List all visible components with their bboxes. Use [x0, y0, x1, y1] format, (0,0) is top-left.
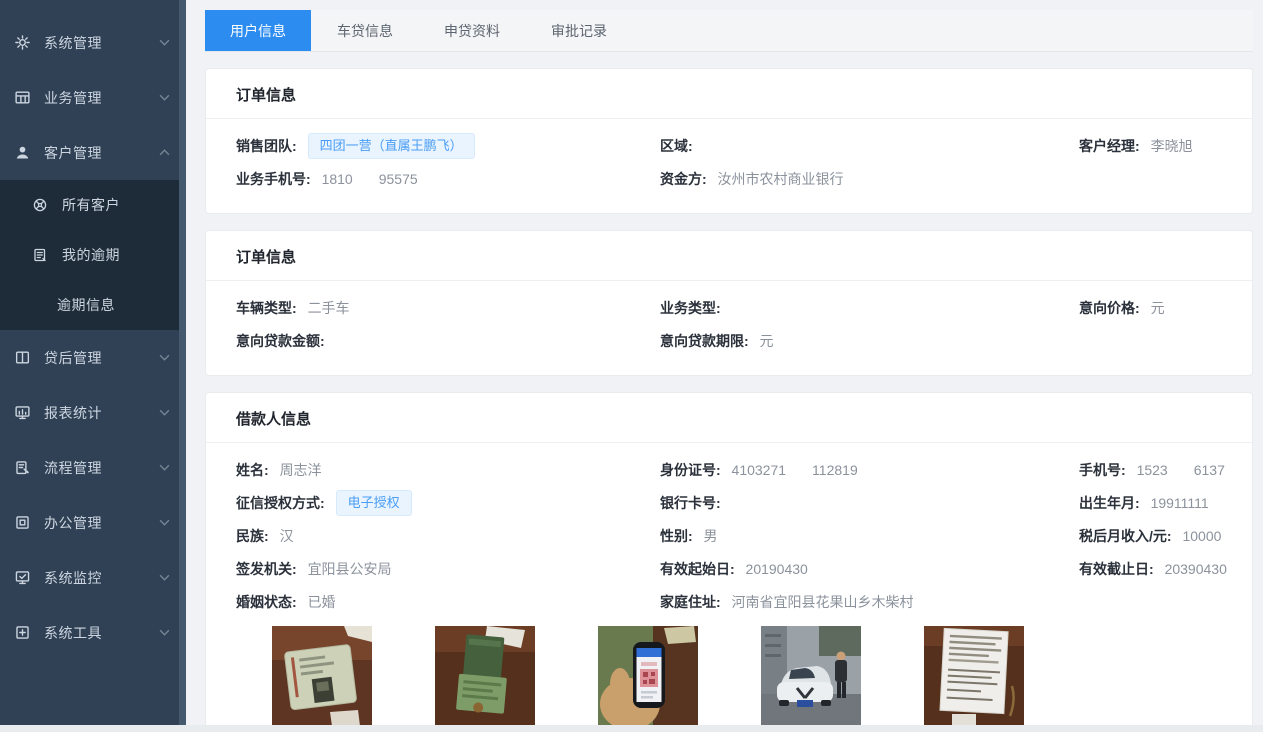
chevron-down-icon [159, 94, 170, 101]
gear-icon [14, 34, 31, 51]
horizontal-scrollbar[interactable] [0, 725, 1263, 732]
sidebar-item-overdue-info[interactable]: 逾期信息 [0, 280, 186, 330]
sidebar-item-label: 贷后管理 [44, 348, 159, 368]
sidebar-item-label: 逾期信息 [57, 295, 170, 315]
sidebar-item-label: 系统监控 [44, 568, 159, 588]
field-account-manager: 客户经理 李晓旭 [1079, 130, 1222, 163]
sidebar-item-label: 办公管理 [44, 513, 159, 533]
sidebar-scrollbar[interactable] [179, 0, 186, 732]
document-photos: 身份证 [236, 619, 1222, 732]
field-credit-auth-method: 征信授权方式 电子授权 [236, 487, 660, 520]
phone-qr-photo-thumbnail[interactable]: 授权截图 [598, 626, 698, 732]
field-valid-until: 有效截止日 20390430 [1079, 553, 1222, 586]
sidebar-item-label: 系统工具 [44, 623, 159, 643]
chevron-down-icon [159, 354, 170, 361]
sidebar-item-report-stats[interactable]: 报表统计 [0, 385, 186, 440]
borrower-info-card: 借款人信息 姓名 周志洋 身份证号 4103271112819 手机号 1523… [205, 392, 1253, 732]
id-card-photo-thumbnail[interactable]: 身份证 [272, 626, 372, 732]
chevron-down-icon [159, 464, 170, 471]
sidebar-item-system-mgmt[interactable]: 系统管理 [0, 15, 186, 70]
sidebar-item-workflow-mgmt[interactable]: 流程管理 [0, 440, 186, 495]
field-intent-loan-term: 意向贷款期限 元 [660, 325, 1079, 358]
card-title: 借款人信息 [206, 393, 1252, 443]
green-booklet-photo-thumbnail[interactable]: 驾驶证照片 [435, 626, 535, 732]
sidebar-item-label: 所有客户 [62, 195, 170, 215]
tools-icon [14, 624, 31, 641]
field-bank-card: 银行卡号 [660, 487, 1079, 520]
report-icon [14, 404, 31, 421]
office-icon [14, 514, 31, 531]
sidebar-item-system-tools[interactable]: 系统工具 [0, 605, 186, 660]
field-net-monthly-income: 税后月收入/元 10000 [1079, 520, 1222, 553]
field-intent-loan-amount: 意向贷款金额 [236, 325, 660, 358]
field-issuing-authority: 签发机关 宜阳县公安局 [236, 553, 660, 586]
sidebar-item-label: 系统管理 [44, 33, 159, 53]
field-fund-provider: 资金方 汝州市农村商业银行 [660, 163, 1079, 196]
field-vehicle-type: 车辆类型 二手车 [236, 292, 660, 325]
field-marital-status: 婚姻状态 已婚 [236, 586, 660, 619]
field-mobile: 手机号 15236137 [1079, 454, 1222, 487]
tab-user-info[interactable]: 用户信息 [205, 10, 311, 51]
loan-intent-card: 订单信息 车辆类型 二手车 业务类型 意向价格 元 意向贷款金额 [205, 230, 1253, 376]
sidebar-item-label: 报表统计 [44, 403, 159, 423]
field-id-number: 身份证号 4103271112819 [660, 454, 1079, 487]
chevron-down-icon [159, 519, 170, 526]
field-business-type: 业务类型 [660, 292, 1079, 325]
card-body: 销售团队 四团一营（直属王鹏飞） 区域 客户经理 李晓旭 业务手机号 18109… [206, 119, 1252, 213]
detail-tabs: 用户信息 车贷信息 申贷资料 审批记录 [205, 10, 1253, 52]
card-body: 车辆类型 二手车 业务类型 意向价格 元 意向贷款金额 意向贷款期限 元 [206, 281, 1252, 375]
grid-icon [14, 89, 31, 106]
customers-icon [32, 197, 49, 214]
main-content: 用户信息 车贷信息 申贷资料 审批记录 订单信息 销售团队 四团一营（直属王鹏飞… [186, 0, 1263, 732]
chevron-down-icon [159, 629, 170, 636]
chevron-down-icon [159, 409, 170, 416]
sidebar-item-label: 我的逾期 [62, 245, 170, 265]
sidebar-item-customer-mgmt[interactable]: 客户管理 [0, 125, 186, 180]
tab-car-loan-info[interactable]: 车贷信息 [312, 10, 418, 51]
paper-doc-photo-thumbnail[interactable]: 其他材料 [924, 626, 1024, 732]
sidebar-item-label: 业务管理 [44, 88, 159, 108]
sidebar-item-postloan-mgmt[interactable]: 贷后管理 [0, 330, 186, 385]
field-name: 姓名 周志洋 [236, 454, 660, 487]
sidebar-item-system-monitor[interactable]: 系统监控 [0, 550, 186, 605]
app-layout: 系统管理 业务管理 客户管理 所有客户 [0, 0, 1263, 732]
sales-team-tag[interactable]: 四团一营（直属王鹏飞） [308, 133, 475, 159]
card-body: 姓名 周志洋 身份证号 4103271112819 手机号 15236137 征… [206, 443, 1252, 732]
sidebar: 系统管理 业务管理 客户管理 所有客户 [0, 0, 186, 732]
chevron-down-icon [159, 574, 170, 581]
field-region: 区域 [660, 130, 1079, 163]
card-title: 订单信息 [206, 69, 1252, 119]
monitor-icon [14, 569, 31, 586]
chevron-down-icon [159, 39, 170, 46]
field-home-address: 家庭住址 河南省宜阳县花果山乡木柴村 [660, 586, 1079, 619]
field-gender: 性别 男 [660, 520, 1079, 553]
field-ethnicity: 民族 汉 [236, 520, 660, 553]
field-business-phone: 业务手机号 181095575 [236, 163, 660, 196]
tab-approval-records[interactable]: 审批记录 [526, 10, 632, 51]
tab-loan-application-docs[interactable]: 申贷资料 [419, 10, 525, 51]
overdue-doc-icon [32, 247, 49, 264]
workflow-icon [14, 459, 31, 476]
car-person-photo-thumbnail[interactable]: 人车合影 [761, 626, 861, 732]
sidebar-item-business-mgmt[interactable]: 业务管理 [0, 70, 186, 125]
card-title: 订单信息 [206, 231, 1252, 281]
book-icon [14, 349, 31, 366]
field-intent-price: 意向价格 元 [1079, 292, 1222, 325]
user-icon [14, 144, 31, 161]
field-birth-date: 出生年月 19911111 [1079, 487, 1222, 520]
field-sales-team: 销售团队 四团一营（直属王鹏飞） [236, 130, 660, 163]
sidebar-item-office-mgmt[interactable]: 办公管理 [0, 495, 186, 550]
field-valid-from: 有效起始日 20190430 [660, 553, 1079, 586]
order-info-card: 订单信息 销售团队 四团一营（直属王鹏飞） 区域 客户经理 李晓旭 业务手机号 … [205, 68, 1253, 214]
credit-auth-tag: 电子授权 [336, 490, 412, 516]
customer-mgmt-submenu: 所有客户 我的逾期 逾期信息 [0, 180, 186, 330]
chevron-up-icon [159, 149, 170, 156]
sidebar-item-label: 流程管理 [44, 458, 159, 478]
sidebar-item-label: 客户管理 [44, 143, 159, 163]
sidebar-item-all-customers[interactable]: 所有客户 [0, 180, 186, 230]
sidebar-item-my-overdue[interactable]: 我的逾期 [0, 230, 186, 280]
